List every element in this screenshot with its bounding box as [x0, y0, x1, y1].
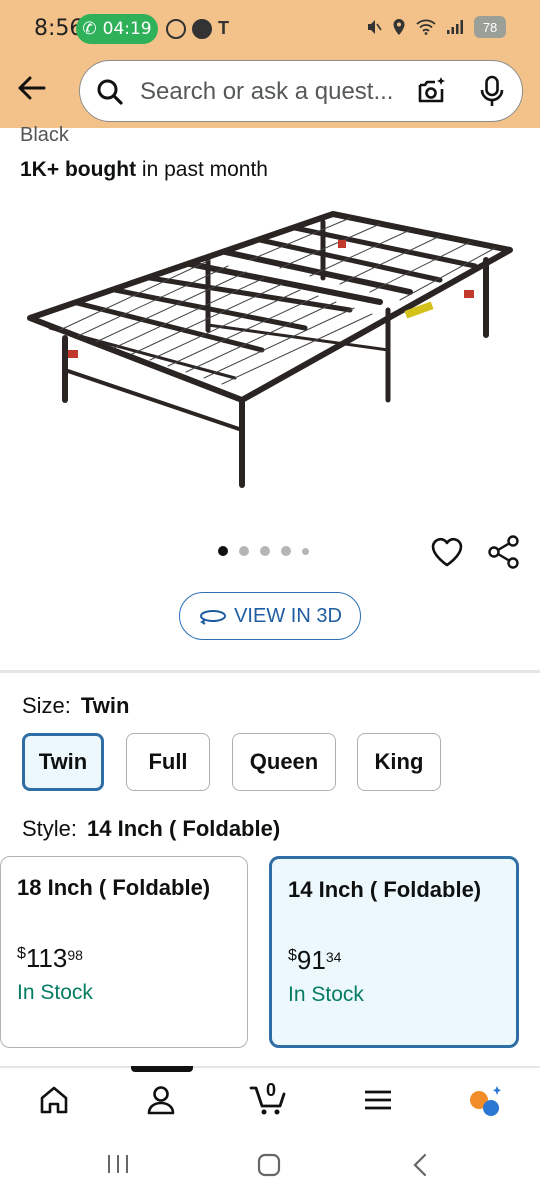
wifi-icon	[416, 19, 436, 35]
view-in-3d-label: VIEW IN 3D	[234, 604, 342, 627]
size-option-queen[interactable]: Queen	[232, 733, 336, 791]
bought-count-bold: 1K+ bought	[20, 158, 137, 181]
call-chip[interactable]: ✆ 04:19	[76, 14, 158, 44]
search-header: Search or ask a quest...	[0, 58, 540, 128]
size-selected-value: Twin	[80, 693, 130, 718]
status-bar: 8:56 ✆ 04:19 T 78	[0, 0, 540, 58]
recent-apps-button[interactable]	[106, 1153, 130, 1180]
nav-account[interactable]	[145, 1084, 177, 1121]
carousel-dot[interactable]	[281, 546, 291, 556]
carousel-dot[interactable]	[260, 546, 270, 556]
mute-icon	[368, 20, 382, 34]
search-bar[interactable]: Search or ask a quest...	[79, 60, 523, 122]
rotate-3d-icon	[200, 610, 227, 625]
bottom-nav: 0	[0, 1072, 540, 1132]
signal-icon	[447, 20, 463, 34]
share-icon	[488, 535, 519, 569]
size-option-twin[interactable]: Twin	[22, 733, 104, 791]
style-option-price: $9134	[288, 945, 341, 976]
carousel-dot[interactable]	[302, 547, 309, 555]
size-label: Size: Twin	[22, 693, 129, 719]
home-square-icon	[257, 1153, 281, 1177]
search-input[interactable]: Search or ask a quest...	[140, 78, 393, 106]
home-system-button[interactable]	[257, 1153, 281, 1182]
search-icon	[97, 79, 123, 105]
bought-count: 1K+ bought in past month	[20, 158, 268, 182]
style-label: Style: 14 Inch ( Foldable)	[22, 816, 280, 842]
size-option-full[interactable]: Full	[126, 733, 210, 791]
style-label-text: Style:	[22, 816, 78, 841]
nav-cart[interactable]: 0	[249, 1078, 289, 1123]
style-option-price: $11398	[17, 943, 83, 974]
back-button[interactable]	[14, 68, 50, 108]
notification-icons: T	[166, 18, 229, 39]
share-button[interactable]	[487, 534, 521, 575]
call-timer: 04:19	[102, 19, 152, 39]
menu-icon	[365, 1090, 391, 1110]
size-option-king[interactable]: King	[357, 733, 441, 791]
bought-count-rest: in past month	[136, 158, 268, 181]
carousel-dot[interactable]	[239, 546, 249, 556]
recent-apps-icon	[108, 1155, 128, 1173]
carousel-dot[interactable]	[218, 546, 228, 556]
nav-rufus[interactable]	[467, 1084, 505, 1123]
back-system-button[interactable]	[410, 1153, 430, 1182]
wishlist-button[interactable]	[430, 536, 464, 573]
product-image[interactable]	[20, 200, 520, 500]
arrow-left-icon	[18, 76, 46, 100]
color-name: Black	[20, 124, 69, 146]
style-option-14-inch[interactable]: 14 Inch ( Foldable) $9134 In Stock	[269, 856, 519, 1048]
location-icon	[393, 19, 405, 35]
account-icon	[147, 1086, 175, 1115]
microphone-icon[interactable]	[478, 75, 506, 109]
style-option-stock: In Stock	[17, 981, 93, 1004]
home-icon	[40, 1086, 68, 1114]
battery-icon: 78	[474, 16, 506, 38]
style-option-18-inch[interactable]: 18 Inch ( Foldable) $11398 In Stock	[0, 856, 248, 1048]
bottom-nav-divider	[0, 1066, 540, 1068]
carrier-icon: T	[218, 18, 229, 38]
heart-icon	[431, 537, 463, 567]
price-whole: 91	[296, 945, 326, 975]
rufus-icon	[470, 1086, 501, 1116]
system-nav-bar	[0, 1135, 540, 1200]
style-option-title: 18 Inch ( Foldable)	[17, 875, 211, 900]
price-whole: 113	[25, 943, 68, 973]
cart-count: 0	[266, 1080, 277, 1100]
price-fraction: 98	[67, 947, 83, 963]
section-divider	[0, 670, 540, 673]
notification-icon	[166, 18, 186, 39]
style-selected-value: 14 Inch ( Foldable)	[87, 816, 281, 841]
product-page: 8:56 ✆ 04:19 T 78 Search or ask a quest.…	[0, 0, 540, 1200]
style-option-stock: In Stock	[288, 983, 364, 1006]
view-in-3d-button[interactable]: VIEW IN 3D	[179, 592, 361, 640]
nav-menu[interactable]	[362, 1084, 394, 1121]
style-option-title: 14 Inch ( Foldable)	[288, 877, 482, 902]
price-currency: $	[288, 947, 297, 964]
phone-icon: ✆	[82, 19, 97, 39]
image-carousel-dots[interactable]	[218, 546, 309, 556]
nav-home[interactable]	[38, 1084, 70, 1121]
price-currency: $	[17, 945, 26, 962]
chevron-left-icon	[413, 1153, 427, 1177]
camera-search-icon[interactable]	[416, 75, 448, 107]
size-label-text: Size:	[22, 693, 71, 718]
news-icon	[192, 18, 212, 39]
price-fraction: 34	[325, 949, 342, 965]
system-status-icons: 78	[366, 16, 506, 38]
